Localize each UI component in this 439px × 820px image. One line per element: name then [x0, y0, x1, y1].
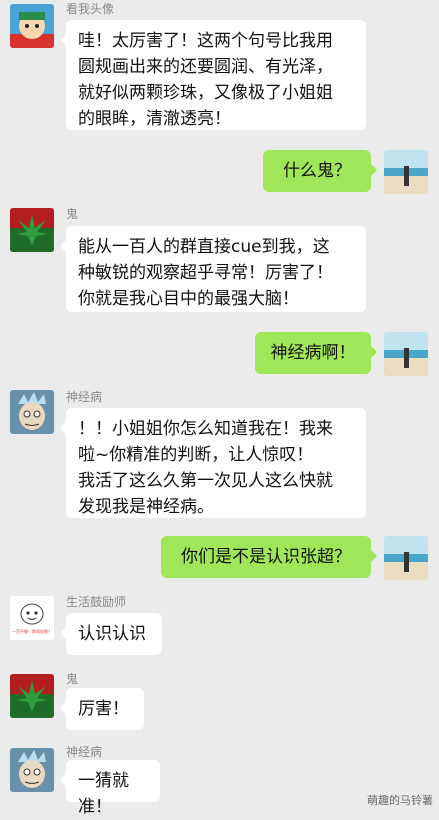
cannabis-leaf-avatar-icon — [10, 208, 54, 252]
avatar[interactable] — [10, 748, 54, 792]
message-bubble[interactable]: 认识认识 — [60, 613, 162, 655]
sender-name: 生活鼓励师 — [66, 595, 127, 609]
message-bubble[interactable]: 一猜就准！ — [60, 760, 160, 817]
message-bubble[interactable]: 神经病啊！ — [255, 332, 377, 374]
sender-name: 鬼 — [66, 207, 79, 221]
watermark: 萌趣的马铃薯 — [367, 794, 433, 807]
avatar[interactable] — [10, 390, 54, 434]
avatar[interactable] — [10, 4, 54, 48]
message-bubble[interactable]: ！！小姐姐你怎么知道我在！我来 啦~你精准的判断，让人惊叹！ 我活了这么久第一次… — [60, 408, 366, 518]
message-bubble[interactable]: 你们是不是认识张超？ — [161, 536, 377, 578]
avatar[interactable] — [10, 208, 54, 252]
sender-name: 神经病 — [66, 745, 103, 759]
beach-photo-avatar-icon — [384, 150, 428, 194]
beach-photo-avatar-icon — [384, 332, 428, 376]
avatar[interactable] — [384, 536, 428, 580]
avatar[interactable]: 一百不够！那再加呢？ — [10, 596, 54, 640]
beach-photo-avatar-icon — [384, 536, 428, 580]
avatar[interactable] — [384, 150, 428, 194]
cannabis-leaf-avatar-icon — [10, 674, 54, 718]
avatar[interactable] — [10, 674, 54, 718]
message-bubble[interactable]: 厉害！ — [60, 688, 144, 730]
rick-avatar-icon — [10, 390, 54, 434]
message-bubble[interactable]: 哇！太厉害了！这两个句号比我用 圆规画出来的还要圆润、有光泽， 就好似两颗珍珠，… — [60, 20, 366, 130]
avatar-caption: 一百不够！那再加呢？ — [12, 629, 52, 634]
sender-name: 看我头像 — [66, 2, 115, 16]
rick-avatar-icon — [10, 748, 54, 792]
cartoon-avatar-icon — [10, 4, 54, 48]
sender-name: 鬼 — [66, 672, 79, 686]
avatar[interactable] — [384, 332, 428, 376]
message-bubble[interactable]: 能从一百人的群直接cue到我，这 种敏锐的观察超乎寻常！厉害了！ 你就是我心目中… — [60, 226, 366, 312]
message-bubble[interactable]: 什么鬼？ — [263, 150, 377, 192]
sender-name: 神经病 — [66, 390, 103, 404]
